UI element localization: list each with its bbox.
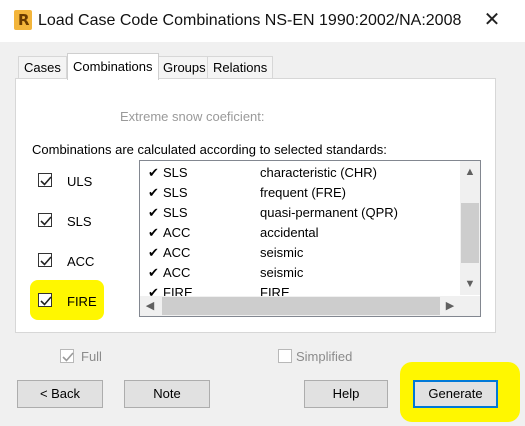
sls-label: SLS: [67, 214, 92, 229]
combo-code: ACC: [163, 245, 191, 260]
app-icon-letter: R: [18, 11, 30, 29]
list-item[interactable]: ✔ ACC seismic: [140, 243, 460, 263]
list-item[interactable]: ✔ ACC accidental: [140, 223, 460, 243]
checkmark-icon: [40, 256, 52, 266]
check-mark[interactable]: ✔: [148, 225, 159, 241]
simplified-checkbox[interactable]: [278, 349, 292, 363]
generate-button[interactable]: Generate: [413, 380, 498, 408]
combo-description: characteristic (CHR): [260, 165, 378, 180]
checkmark-icon: [62, 352, 74, 362]
horizontal-scroll-thumb[interactable]: [162, 297, 440, 315]
checkmark-icon: [40, 296, 52, 306]
check-mark[interactable]: ✔: [148, 205, 159, 221]
check-mark[interactable]: ✔: [148, 265, 159, 281]
full-label: Full: [81, 349, 102, 364]
check-mark[interactable]: ✔: [148, 185, 159, 201]
acc-label: ACC: [67, 254, 95, 269]
fire-label: FIRE: [67, 294, 97, 309]
full-checkbox[interactable]: [60, 349, 74, 363]
tab-groups[interactable]: Groups: [157, 56, 212, 79]
sls-checkbox[interactable]: [38, 213, 52, 227]
scroll-right-icon[interactable]: ▶: [440, 297, 460, 315]
simplified-label: Simplified: [296, 349, 353, 364]
tab-relations[interactable]: Relations: [207, 56, 274, 79]
list-item[interactable]: ✔ SLS characteristic (CHR): [140, 163, 460, 183]
list-item[interactable]: ✔ SLS frequent (FRE): [140, 183, 460, 203]
combination-list[interactable]: ✔ SLS characteristic (CHR) ✔ SLS frequen…: [139, 160, 481, 317]
fire-checkbox[interactable]: [38, 293, 52, 307]
combo-description: accidental: [260, 225, 319, 240]
tab-cases[interactable]: Cases: [18, 56, 67, 79]
scroll-down-icon[interactable]: ▼: [460, 275, 480, 293]
check-mark[interactable]: ✔: [148, 165, 159, 181]
back-button[interactable]: < Back: [17, 380, 103, 408]
note-button[interactable]: Note: [124, 380, 210, 408]
list-item[interactable]: ✔ ACC seismic: [140, 263, 460, 283]
snow-coefficient-label: Extreme snow coeficient:: [120, 109, 265, 124]
checkmark-icon: [40, 216, 52, 226]
combo-description: seismic: [260, 265, 304, 280]
combo-code: SLS: [163, 205, 188, 220]
vertical-scroll-thumb[interactable]: [461, 203, 479, 263]
combo-code: ACC: [163, 225, 191, 240]
combinations-description: Combinations are calculated according to…: [32, 142, 387, 157]
list-item[interactable]: ✔ SLS quasi-permanent (QPR): [140, 203, 460, 223]
combo-code: SLS: [163, 185, 188, 200]
scroll-left-icon[interactable]: ◀: [140, 297, 160, 315]
combo-description: seismic: [260, 245, 304, 260]
uls-label: ULS: [67, 174, 93, 189]
combo-description: quasi-permanent (QPR): [260, 205, 398, 220]
close-icon[interactable]: ✕: [480, 8, 504, 32]
scrollbar-corner: [460, 296, 480, 316]
combo-description: frequent (FRE): [260, 185, 346, 200]
app-icon: R: [14, 10, 32, 30]
combo-code: SLS: [163, 165, 188, 180]
scroll-up-icon[interactable]: ▲: [460, 163, 480, 181]
uls-checkbox[interactable]: [38, 173, 52, 187]
acc-checkbox[interactable]: [38, 253, 52, 267]
checkmark-icon: [40, 176, 52, 186]
combo-code: ACC: [163, 265, 191, 280]
help-button[interactable]: Help: [304, 380, 388, 408]
tab-combinations[interactable]: Combinations: [67, 53, 159, 80]
check-mark[interactable]: ✔: [148, 245, 159, 261]
window-title: Load Case Code Combinations NS-EN 1990:2…: [38, 12, 462, 29]
